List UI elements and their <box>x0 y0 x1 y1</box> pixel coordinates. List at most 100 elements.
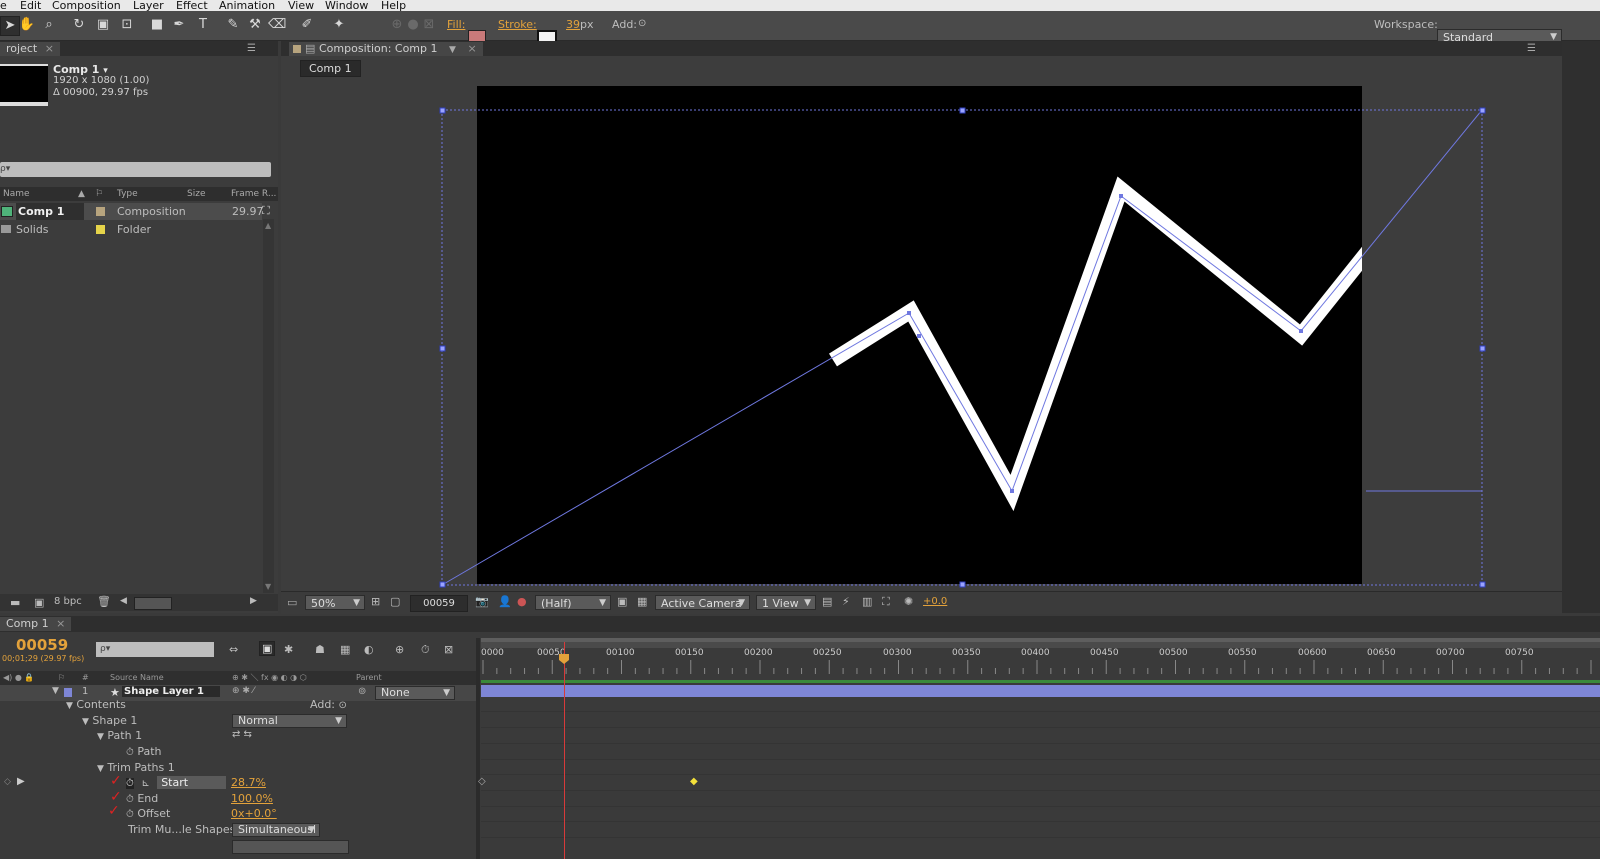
path-group-row[interactable]: ▼ Path 1 <box>97 727 142 744</box>
project-item[interactable]: Solids Folder <box>0 221 262 238</box>
col-parent[interactable]: Parent <box>356 671 382 685</box>
add-arrow-icon[interactable]: ⊙ <box>638 18 646 29</box>
start-row[interactable]: ⏱ ⊾ Start <box>126 774 227 791</box>
clone-stamp-tool-icon[interactable]: ⚒ <box>246 16 264 34</box>
comp-viewer[interactable] <box>281 41 1562 613</box>
col-size[interactable]: Size <box>187 187 205 201</box>
mini-flowchart-icon[interactable]: ⇔ <box>229 643 238 656</box>
menu-window[interactable]: Window <box>325 0 368 11</box>
bpc-label[interactable]: 8 bpc <box>54 596 82 607</box>
next-property-select[interactable] <box>232 840 349 854</box>
mask-visibility-icon[interactable]: ▢ <box>390 595 400 608</box>
rectangle-tool-icon[interactable]: ■ <box>148 16 166 34</box>
close-icon[interactable]: × <box>45 42 54 55</box>
panel-menu-icon[interactable]: ☰ <box>247 43 256 54</box>
project-search-input[interactable]: ρ▾ <box>0 162 271 177</box>
project-item[interactable]: Comp 1 Composition 29.97 <box>0 203 264 220</box>
stopwatch-icon[interactable]: ⏱ <box>126 794 134 805</box>
type-tool-icon[interactable]: T <box>194 16 212 34</box>
layer-name[interactable]: Shape Layer 1 <box>122 686 220 697</box>
graph-icon[interactable]: ⊾ <box>141 778 149 789</box>
add-menu[interactable]: Add: ⊙ <box>310 696 347 713</box>
pickwhip-icon[interactable]: ⊚ <box>358 686 366 697</box>
path-row[interactable]: ⏱ Path <box>126 743 161 760</box>
hand-tool-icon[interactable]: ✋ <box>18 16 36 34</box>
start-value[interactable]: 28.7% <box>231 774 266 791</box>
stopwatch-icon[interactable]: ⏱ <box>126 747 134 758</box>
keyframe-start[interactable]: ◇ <box>478 776 486 787</box>
trash-icon[interactable]: 🗑 <box>97 595 111 608</box>
offset-value[interactable]: 0x+0.0° <box>231 805 277 822</box>
col-frame-rate[interactable]: Frame R... <box>231 187 276 201</box>
new-folder-icon[interactable]: ▬ <box>10 596 20 609</box>
draft-3d-icon[interactable]: ✱ <box>284 643 293 656</box>
scroll-left-icon[interactable]: ◀ <box>120 596 127 606</box>
tab-timeline-comp[interactable]: Comp 1 × <box>0 617 72 631</box>
col-source-name[interactable]: Source Name <box>110 671 164 685</box>
pen-tool-icon[interactable]: ✒ <box>170 16 188 34</box>
brainstorm-icon[interactable]: ⊕ <box>395 643 404 656</box>
channel-icon[interactable]: ● <box>517 595 527 608</box>
tab-project[interactable]: roject × <box>0 42 60 56</box>
blend-mode-select[interactable]: Normal ▼ <box>232 714 347 728</box>
fast-previews-icon[interactable]: ⚡ <box>842 595 850 608</box>
trim-multiple-select[interactable]: Simultaneousl ▼ <box>232 823 320 837</box>
motion-blur-icon[interactable]: ◐ <box>364 643 374 656</box>
keyframe-next-icon[interactable]: ▶ <box>17 776 25 787</box>
always-preview-icon[interactable]: ▭ <box>287 596 297 609</box>
close-icon[interactable]: × <box>56 617 65 630</box>
add-arrow-icon[interactable]: ⊙ <box>339 700 347 711</box>
layer-switches[interactable]: ⊕ ✱ ⁄ <box>232 686 254 696</box>
flowchart-icon[interactable]: ⛶ <box>882 595 890 609</box>
expand-arrow-icon[interactable]: ▼ <box>52 686 59 696</box>
resolution-select[interactable]: (Half) ▼ <box>535 595 611 610</box>
col-name[interactable]: Name <box>3 187 30 201</box>
rotate-tool-icon[interactable]: ↻ <box>70 16 88 34</box>
horizontal-scroll-thumb[interactable] <box>134 597 172 610</box>
new-comp-icon[interactable]: ▣ <box>34 596 44 609</box>
transparency-grid-icon[interactable]: ▦ <box>637 595 647 608</box>
keyframe-end[interactable]: ◆ <box>690 776 698 787</box>
keyframe-nav-icon[interactable]: ◇ <box>4 777 11 787</box>
label-color-chip[interactable] <box>96 225 105 234</box>
live-update-icon[interactable]: ▣ <box>259 641 276 656</box>
safe-zones-icon[interactable]: ⊞ <box>371 595 380 608</box>
graph-editor-icon[interactable]: ⊠ <box>444 643 453 656</box>
path-direction-icons[interactable]: ⇄ ⇆ <box>232 729 252 740</box>
current-time-field[interactable]: 00059 <box>410 595 468 612</box>
zoom-select[interactable]: 50% ▼ <box>305 595 365 610</box>
timeline-search-input[interactable]: ρ▾ <box>96 642 214 657</box>
frame-blending-icon[interactable]: ▦ <box>340 643 350 656</box>
menu-effect[interactable]: Effect <box>176 0 208 11</box>
timeline-icon[interactable]: ▥ <box>862 595 872 608</box>
auto-keyframe-icon[interactable]: ⏱ <box>421 643 430 657</box>
eraser-tool-icon[interactable]: ⌫ <box>268 16 286 34</box>
snapshot-icon[interactable]: 📷 <box>475 595 489 608</box>
menu-edit[interactable]: Edit <box>20 0 41 11</box>
exposure-icon[interactable]: ✺ <box>904 595 913 608</box>
views-select[interactable]: 1 View ▼ <box>756 595 816 610</box>
fill-label[interactable]: Fill: <box>447 18 465 31</box>
hide-shy-icon[interactable]: ☗ <box>315 643 325 656</box>
current-frame-display[interactable]: 00059 <box>16 636 68 654</box>
flowchart-icon[interactable]: ⛶ <box>262 204 270 218</box>
camera-select[interactable]: Active Camera ▼ <box>655 595 750 610</box>
pan-behind-tool-icon[interactable]: ⊡ <box>118 16 136 34</box>
menu-file[interactable]: e <box>0 0 7 11</box>
region-of-interest-icon[interactable]: ▣ <box>617 595 627 608</box>
parent-select[interactable]: None ▼ <box>375 686 455 700</box>
menu-composition[interactable]: Composition <box>52 0 121 11</box>
roto-brush-tool-icon[interactable]: ✐ <box>298 16 316 34</box>
stroke-label[interactable]: Stroke: <box>498 18 537 31</box>
menu-help[interactable]: Help <box>381 0 406 11</box>
brush-tool-icon[interactable]: ✎ <box>224 16 242 34</box>
playhead-line[interactable] <box>564 642 565 859</box>
contents-row[interactable]: ▼ Contents <box>66 696 126 713</box>
stopwatch-active-icon[interactable]: ⏱ <box>126 778 134 789</box>
stroke-width-value[interactable]: 39 <box>566 18 580 31</box>
scroll-right-icon[interactable]: ▶ <box>250 596 257 606</box>
camera-tool-icon[interactable]: ▣ <box>94 16 112 34</box>
toggle-pixel-aspect-icon[interactable]: ▤ <box>822 595 832 608</box>
selection-tool-icon[interactable]: ➤ <box>0 16 20 36</box>
project-scrollbar[interactable]: ▲ ▼ <box>263 219 274 593</box>
